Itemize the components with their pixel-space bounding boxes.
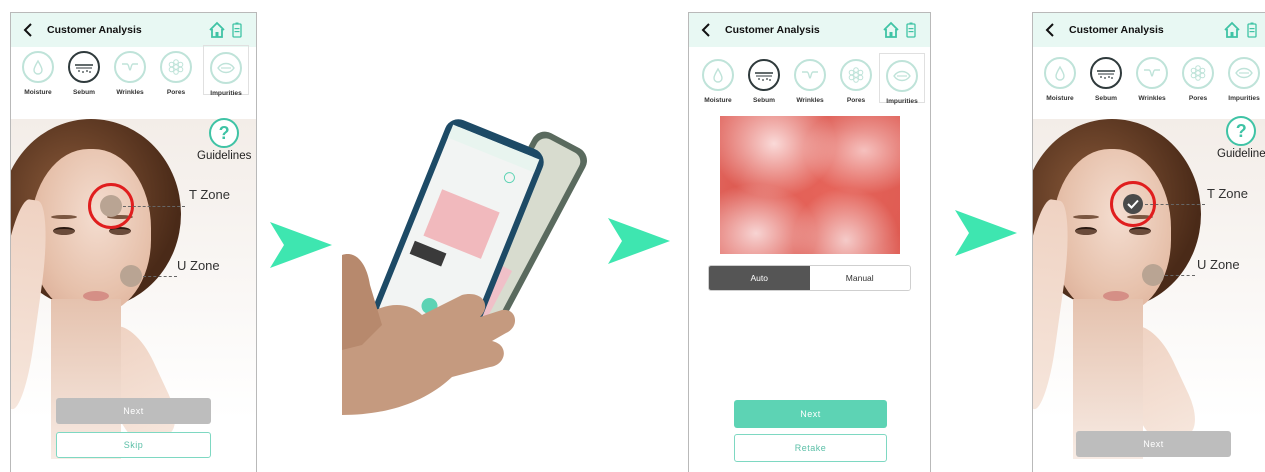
tab-label: Impurities: [1228, 95, 1260, 102]
screen-4-zone-completed: Customer Analysis Moisture Sebum Wrinkle…: [1032, 12, 1265, 472]
impurities-icon: [886, 60, 918, 92]
tab-label: Impurities: [886, 98, 918, 105]
flow-arrow-icon: [955, 210, 1017, 256]
analysis-tabs: Moisture Sebum Wrinkles Pores Impurities: [11, 45, 256, 121]
tab-label: Moisture: [24, 89, 52, 96]
t-zone-label: T Zone: [189, 187, 230, 202]
tab-moisture[interactable]: Moisture: [695, 59, 741, 104]
tab-moisture[interactable]: Moisture: [1037, 57, 1083, 102]
t-zone-leader-line: [123, 206, 185, 207]
tab-label: Sebum: [753, 97, 775, 104]
tab-wrinkles[interactable]: Wrinkles: [107, 51, 153, 96]
checkmark-icon: [1123, 194, 1143, 214]
moisture-icon: [22, 51, 54, 83]
pores-icon: [160, 51, 192, 83]
tab-impurities[interactable]: Impurities: [1221, 57, 1265, 102]
tab-pores[interactable]: Pores: [1175, 57, 1221, 102]
wrinkles-icon: [114, 51, 146, 83]
battery-icon: [232, 22, 242, 38]
question-icon: ?: [1226, 116, 1257, 146]
hand-holding-phone-image: [342, 119, 587, 415]
tab-sebum[interactable]: Sebum: [1083, 57, 1129, 102]
t-zone-point[interactable]: [100, 195, 122, 217]
impurities-icon: [1228, 57, 1260, 89]
flow-arrow-icon: [608, 218, 670, 264]
u-zone-leader-line: [143, 276, 177, 277]
next-button[interactable]: Next: [1076, 431, 1231, 457]
tab-wrinkles[interactable]: Wrinkles: [1129, 57, 1175, 102]
sebum-icon: [748, 59, 780, 91]
moisture-icon: [1044, 57, 1076, 89]
question-icon: ?: [209, 118, 240, 148]
wrinkles-icon: [1136, 57, 1168, 89]
pores-icon: [1182, 57, 1214, 89]
page-title: Customer Analysis: [725, 24, 820, 36]
retake-button[interactable]: Retake: [734, 434, 887, 462]
sebum-icon: [68, 51, 100, 83]
next-button[interactable]: Next: [734, 400, 887, 428]
t-zone-leader-line: [1145, 204, 1205, 205]
tab-label: Pores: [166, 89, 186, 96]
guidelines-label: Guideline: [1217, 148, 1265, 160]
mode-manual-button[interactable]: Manual: [809, 266, 910, 290]
tab-label: Impurities: [210, 90, 242, 97]
screen-1-zone-selection: Customer Analysis Moisture Sebum Wrinkle…: [10, 12, 257, 472]
t-zone-label: T Zone: [1207, 186, 1248, 201]
app-header: Customer Analysis: [11, 13, 256, 47]
tab-label: Moisture: [704, 97, 732, 104]
home-icon[interactable]: [882, 21, 900, 39]
home-icon[interactable]: [208, 21, 226, 39]
wrinkles-icon: [794, 59, 826, 91]
impurities-icon: [210, 52, 242, 84]
skip-button[interactable]: Skip: [56, 432, 211, 458]
back-arrow-icon[interactable]: [23, 22, 39, 38]
tab-pores[interactable]: Pores: [153, 51, 199, 96]
sebum-sample-image: [720, 116, 900, 254]
tab-wrinkles[interactable]: Wrinkles: [787, 59, 833, 104]
tab-pores[interactable]: Pores: [833, 59, 879, 104]
back-arrow-icon[interactable]: [701, 22, 717, 38]
tab-label: Pores: [1188, 95, 1208, 102]
face-image: [1033, 119, 1265, 472]
page-title: Customer Analysis: [47, 24, 142, 36]
sebum-icon: [1090, 57, 1122, 89]
capture-mode-toggle: Auto Manual: [708, 265, 911, 291]
battery-icon: [906, 22, 916, 38]
guidelines-button[interactable]: ? Guideline: [1217, 116, 1265, 160]
tab-label: Pores: [846, 97, 866, 104]
tab-sebum[interactable]: Sebum: [61, 51, 107, 96]
tab-label: Wrinkles: [796, 97, 824, 104]
tab-moisture[interactable]: Moisture: [15, 51, 61, 96]
app-header: Customer Analysis: [1033, 13, 1265, 47]
u-zone-point[interactable]: [1142, 264, 1164, 286]
u-zone-label: U Zone: [177, 258, 220, 273]
device-usage-photo: [342, 105, 597, 415]
mode-auto-button[interactable]: Auto: [709, 266, 810, 290]
back-arrow-icon[interactable]: [1045, 22, 1061, 38]
next-button[interactable]: Next: [56, 398, 211, 424]
battery-icon: [1247, 22, 1257, 38]
u-zone-label: U Zone: [1197, 257, 1240, 272]
u-zone-leader-line: [1165, 275, 1195, 276]
tab-sebum[interactable]: Sebum: [741, 59, 787, 104]
moisture-icon: [702, 59, 734, 91]
u-zone-point[interactable]: [120, 265, 142, 287]
tab-impurities[interactable]: Impurities: [203, 45, 249, 97]
guidelines-label: Guidelines: [197, 150, 252, 162]
guidelines-button[interactable]: ? Guidelines: [197, 118, 251, 162]
home-icon[interactable]: [1223, 21, 1241, 39]
tab-label: Sebum: [73, 89, 95, 96]
tab-label: Wrinkles: [116, 89, 144, 96]
screen-3-capture-result: Customer Analysis Moisture Sebum Wrinkle…: [688, 12, 931, 472]
flow-arrow-icon: [270, 222, 332, 268]
page-title: Customer Analysis: [1069, 24, 1164, 36]
tab-label: Moisture: [1046, 95, 1074, 102]
app-header: Customer Analysis: [689, 13, 930, 47]
tab-label: Wrinkles: [1138, 95, 1166, 102]
tab-label: Sebum: [1095, 95, 1117, 102]
pores-icon: [840, 59, 872, 91]
tab-impurities[interactable]: Impurities: [879, 53, 925, 105]
